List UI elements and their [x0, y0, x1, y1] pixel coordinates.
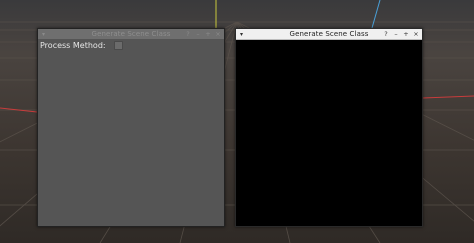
- maximize-icon[interactable]: +: [403, 29, 409, 39]
- close-icon[interactable]: ×: [413, 29, 419, 39]
- window-content-black: [236, 39, 422, 226]
- window-title: Generate Scene Class: [91, 30, 171, 38]
- minimize-icon[interactable]: –: [195, 29, 201, 39]
- process-method-row: Process Method:: [40, 41, 123, 50]
- process-method-checkbox[interactable]: [113, 41, 123, 50]
- generate-scene-class-window-inactive[interactable]: ▾ Generate Scene Class ? – + × Process M…: [37, 28, 225, 227]
- minimize-icon[interactable]: –: [393, 29, 399, 39]
- window-menu-icon[interactable]: ▾: [240, 31, 243, 38]
- x-axis-line-right: [422, 95, 474, 99]
- help-icon[interactable]: ?: [383, 29, 389, 39]
- generate-scene-class-window-active[interactable]: ▾ Generate Scene Class ? – + ×: [235, 28, 423, 227]
- z-axis-line: [371, 0, 381, 29]
- close-icon[interactable]: ×: [215, 29, 221, 39]
- help-icon[interactable]: ?: [185, 29, 191, 39]
- maximize-icon[interactable]: +: [205, 29, 211, 39]
- window-menu-icon[interactable]: ▾: [42, 31, 45, 38]
- window-content: Process Method:: [38, 39, 224, 226]
- window-titlebar[interactable]: ▾ Generate Scene Class ? – + ×: [38, 29, 224, 39]
- window-title: Generate Scene Class: [289, 30, 369, 38]
- process-method-label: Process Method:: [40, 41, 106, 50]
